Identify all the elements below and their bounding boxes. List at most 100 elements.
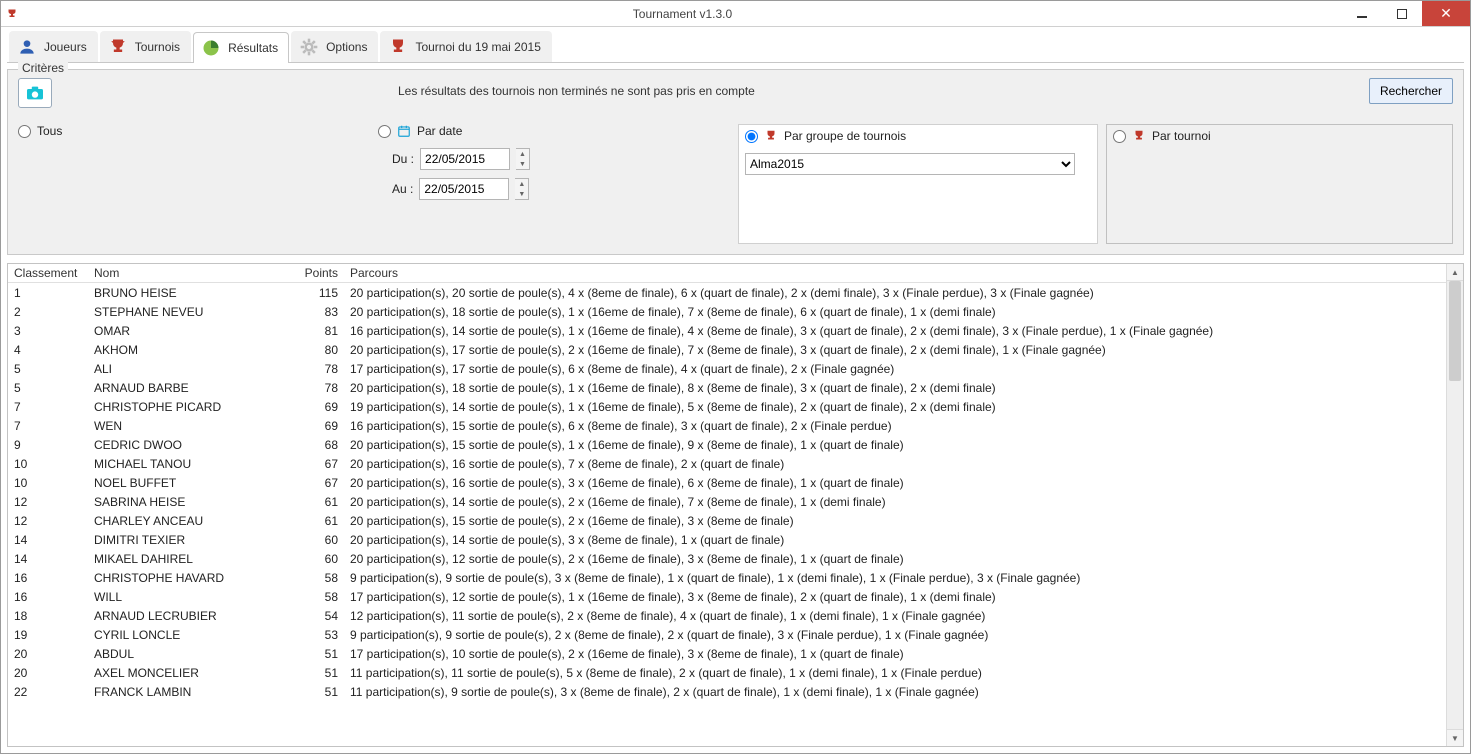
cell-parcours: 16 participation(s), 14 sortie de poule(…	[344, 322, 1446, 340]
table-row[interactable]: 4AKHOM8020 participation(s), 17 sortie d…	[8, 340, 1446, 359]
col-rank[interactable]: Classement	[8, 264, 88, 282]
table-row[interactable]: 12CHARLEY ANCEAU6120 participation(s), 1…	[8, 511, 1446, 530]
filter-all-column: Tous	[18, 124, 378, 244]
cell-parcours: 20 participation(s), 12 sortie de poule(…	[344, 550, 1446, 568]
results-header: Classement Nom Points Parcours	[8, 264, 1446, 283]
radio-by-group[interactable]: Par groupe de tournois	[745, 129, 1091, 143]
table-row[interactable]: 5ALI7817 participation(s), 17 sortie de …	[8, 359, 1446, 378]
table-row[interactable]: 14DIMITRI TEXIER6020 participation(s), 1…	[8, 530, 1446, 549]
filter-group-column: Par groupe de tournois Alma2015	[738, 124, 1098, 244]
criteria-panel: Critères Les résultats des tournois non …	[7, 69, 1464, 255]
radio-by-tournament[interactable]: Par tournoi	[1113, 129, 1446, 143]
group-select[interactable]: Alma2015	[745, 153, 1075, 175]
col-name[interactable]: Nom	[88, 264, 288, 282]
table-row[interactable]: 9CEDRIC DWOO6820 participation(s), 15 so…	[8, 435, 1446, 454]
tab-label: Résultats	[228, 41, 278, 55]
table-row[interactable]: 10MICHAEL TANOU6720 participation(s), 16…	[8, 454, 1446, 473]
col-points[interactable]: Points	[288, 264, 344, 282]
table-row[interactable]: 12SABRINA HEISE6120 participation(s), 14…	[8, 492, 1446, 511]
table-row[interactable]: 10NOEL BUFFET6720 participation(s), 16 s…	[8, 473, 1446, 492]
cell-rank: 12	[8, 493, 88, 511]
col-parcours[interactable]: Parcours	[344, 264, 1446, 282]
tab-players[interactable]: Joueurs	[9, 31, 98, 62]
cell-parcours: 17 participation(s), 12 sortie de poule(…	[344, 588, 1446, 606]
cell-rank: 4	[8, 341, 88, 359]
cell-rank: 7	[8, 398, 88, 416]
tab-current-tournament[interactable]: Tournoi du 19 mai 2015	[380, 31, 551, 62]
table-row[interactable]: 18ARNAUD LECRUBIER5412 participation(s),…	[8, 606, 1446, 625]
cell-parcours: 16 participation(s), 15 sortie de poule(…	[344, 417, 1446, 435]
scroll-thumb[interactable]	[1449, 281, 1461, 381]
cell-name: CHARLEY ANCEAU	[88, 512, 288, 530]
cell-points: 67	[288, 474, 344, 492]
cell-rank: 5	[8, 379, 88, 397]
radio-by-tournament-input[interactable]	[1113, 130, 1126, 143]
filter-date-column: Par date Du : ▲▼ Au : ▲▼	[378, 124, 738, 244]
scroll-up-button[interactable]: ▲	[1447, 264, 1463, 281]
results-table: Classement Nom Points Parcours 1BRUNO HE…	[8, 264, 1446, 746]
filter-tournament-column: Par tournoi	[1106, 124, 1453, 244]
trophy-icon	[107, 36, 129, 58]
table-row[interactable]: 7WEN6916 participation(s), 15 sortie de …	[8, 416, 1446, 435]
date-from-spinner[interactable]: ▲▼	[516, 148, 530, 170]
criteria-legend: Critères	[18, 61, 68, 75]
radio-all[interactable]: Tous	[18, 124, 378, 138]
cell-parcours: 20 participation(s), 15 sortie de poule(…	[344, 436, 1446, 454]
radio-by-date[interactable]: Par date	[378, 124, 738, 138]
radio-by-group-label: Par groupe de tournois	[784, 129, 906, 143]
window-title: Tournament v1.3.0	[23, 7, 1342, 21]
table-row[interactable]: 3OMAR8116 participation(s), 14 sortie de…	[8, 321, 1446, 340]
cell-name: ARNAUD BARBE	[88, 379, 288, 397]
cell-rank: 18	[8, 607, 88, 625]
cell-name: CHRISTOPHE HAVARD	[88, 569, 288, 587]
cell-rank: 20	[8, 664, 88, 682]
tab-bar: Joueurs Tournois Résultats Options	[7, 31, 1464, 63]
tab-options[interactable]: Options	[291, 31, 378, 62]
cell-parcours: 11 participation(s), 9 sortie de poule(s…	[344, 683, 1446, 701]
table-row[interactable]: 16CHRISTOPHE HAVARD589 participation(s),…	[8, 568, 1446, 587]
date-to-label: Au :	[392, 182, 413, 196]
snapshot-button[interactable]	[18, 78, 52, 108]
table-row[interactable]: 19CYRIL LONCLE539 participation(s), 9 so…	[8, 625, 1446, 644]
cell-rank: 22	[8, 683, 88, 701]
trophy-icon	[764, 129, 778, 143]
maximize-button[interactable]	[1382, 1, 1422, 26]
table-row[interactable]: 5ARNAUD BARBE7820 participation(s), 18 s…	[8, 378, 1446, 397]
tab-results[interactable]: Résultats	[193, 32, 289, 63]
cell-points: 51	[288, 664, 344, 682]
search-button[interactable]: Rechercher	[1369, 78, 1453, 104]
table-row[interactable]: 2STEPHANE NEVEU8320 participation(s), 18…	[8, 302, 1446, 321]
close-button[interactable]: ✕	[1422, 1, 1470, 26]
cell-parcours: 20 participation(s), 15 sortie de poule(…	[344, 512, 1446, 530]
date-from-input[interactable]	[420, 148, 510, 170]
cell-rank: 1	[8, 284, 88, 302]
date-to-input[interactable]	[419, 178, 509, 200]
scroll-track[interactable]	[1447, 281, 1463, 729]
table-row[interactable]: 20AXEL MONCELIER5111 participation(s), 1…	[8, 663, 1446, 682]
scroll-down-button[interactable]: ▼	[1447, 729, 1463, 746]
radio-all-input[interactable]	[18, 125, 31, 138]
cell-points: 67	[288, 455, 344, 473]
tab-label: Tournois	[135, 40, 180, 54]
cell-points: 58	[288, 569, 344, 587]
trophy-icon	[1132, 129, 1146, 143]
cell-rank: 9	[8, 436, 88, 454]
minimize-button[interactable]	[1342, 1, 1382, 26]
date-to-spinner[interactable]: ▲▼	[515, 178, 529, 200]
table-row[interactable]: 1BRUNO HEISE11520 participation(s), 20 s…	[8, 283, 1446, 302]
table-row[interactable]: 7CHRISTOPHE PICARD6919 participation(s),…	[8, 397, 1446, 416]
radio-by-date-input[interactable]	[378, 125, 391, 138]
vertical-scrollbar[interactable]: ▲ ▼	[1446, 264, 1463, 746]
table-row[interactable]: 22FRANCK LAMBIN5111 participation(s), 9 …	[8, 682, 1446, 701]
cell-name: CHRISTOPHE PICARD	[88, 398, 288, 416]
tab-tournaments[interactable]: Tournois	[100, 31, 191, 62]
cell-points: 51	[288, 645, 344, 663]
cell-parcours: 20 participation(s), 20 sortie de poule(…	[344, 284, 1446, 302]
cell-name: MIKAEL DAHIREL	[88, 550, 288, 568]
table-row[interactable]: 16WILL5817 participation(s), 12 sortie d…	[8, 587, 1446, 606]
radio-by-group-input[interactable]	[745, 130, 758, 143]
table-row[interactable]: 20ABDUL5117 participation(s), 10 sortie …	[8, 644, 1446, 663]
tab-label: Tournoi du 19 mai 2015	[415, 40, 540, 54]
table-row[interactable]: 14MIKAEL DAHIREL6020 participation(s), 1…	[8, 549, 1446, 568]
cell-parcours: 9 participation(s), 9 sortie de poule(s)…	[344, 569, 1446, 587]
